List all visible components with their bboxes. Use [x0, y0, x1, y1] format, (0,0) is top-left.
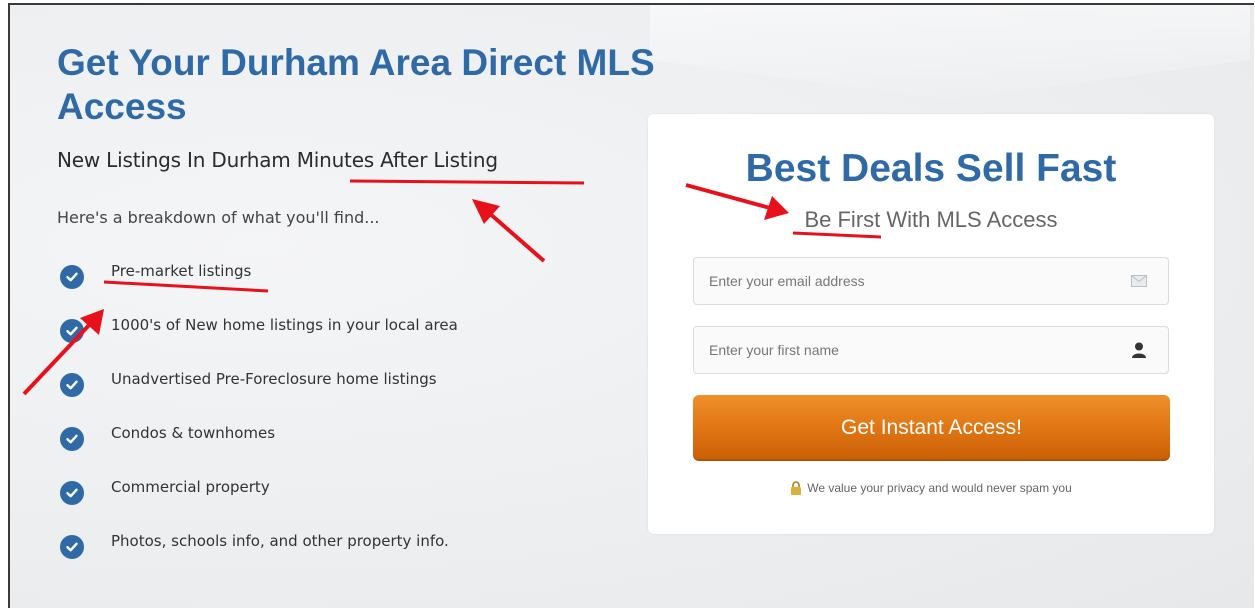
feature-item-pre-market: Pre-market listings [60, 247, 458, 301]
page-frame: Get Your Durham Area Direct MLS Access N… [8, 3, 1254, 608]
feature-item-commercial: Commercial property [60, 463, 458, 517]
first-name-field[interactable] [693, 326, 1169, 374]
check-circle-icon [60, 535, 84, 559]
privacy-text: We value your privacy and would never sp… [807, 481, 1072, 495]
signup-card: Best Deals Sell Fast Be First With MLS A… [648, 114, 1214, 534]
feature-label: Pre-market listings [111, 262, 252, 280]
signup-title: Best Deals Sell Fast [745, 147, 1117, 190]
check-circle-icon [60, 265, 84, 289]
email-input[interactable] [694, 258, 1128, 304]
feature-label: Photos, schools info, and other property… [111, 532, 449, 550]
first-name-input[interactable] [694, 327, 1128, 373]
user-icon [1128, 339, 1150, 361]
breakdown-intro: Here's a breakdown of what you'll find..… [57, 208, 380, 227]
feature-label: 1000's of New home listings in your loca… [111, 316, 458, 334]
check-circle-icon [60, 427, 84, 451]
page-headline: Get Your Durham Area Direct MLS Access [57, 42, 655, 127]
privacy-note: We value your privacy and would never sp… [648, 481, 1214, 495]
feature-item-new-listings: 1000's of New home listings in your loca… [60, 301, 458, 355]
page-subheadline: New Listings In Durham Minutes After Lis… [57, 148, 498, 172]
lock-icon [790, 481, 802, 495]
feature-item-pre-foreclosure: Unadvertised Pre-Foreclosure home listin… [60, 355, 458, 409]
check-circle-icon [60, 481, 84, 505]
get-instant-access-button[interactable]: Get Instant Access! [693, 395, 1170, 461]
signup-subtitle: Be First With MLS Access [804, 207, 1058, 232]
feature-label: Unadvertised Pre-Foreclosure home listin… [111, 370, 437, 388]
feature-list: Pre-market listings 1000's of New home l… [60, 247, 458, 571]
email-field[interactable] [693, 257, 1169, 305]
feature-label: Condos & townhomes [111, 424, 276, 442]
feature-item-condos: Condos & townhomes [60, 409, 458, 463]
feature-label: Commercial property [111, 478, 270, 496]
check-circle-icon [60, 319, 84, 343]
envelope-icon [1128, 270, 1150, 292]
background-shine [650, 5, 1250, 100]
feature-item-photos: Photos, schools info, and other property… [60, 517, 458, 571]
check-circle-icon [60, 373, 84, 397]
